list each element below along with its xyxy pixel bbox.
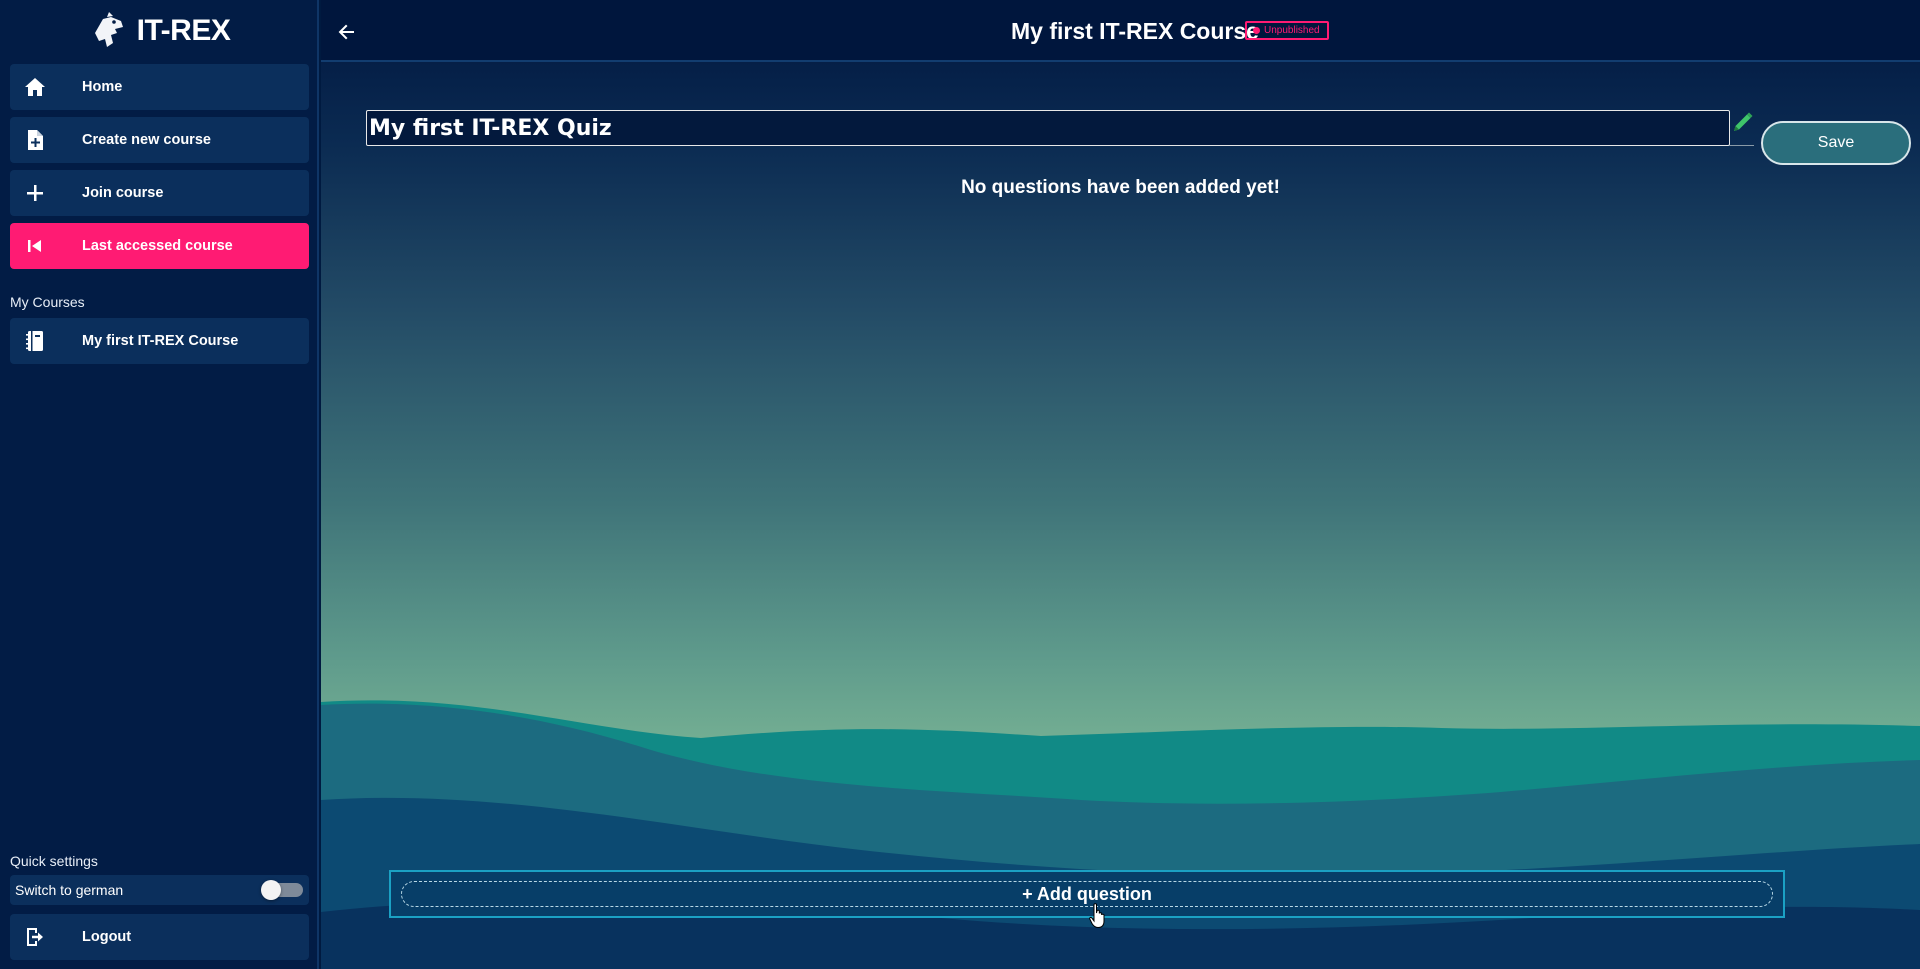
add-question-button[interactable]: + Add question (401, 881, 1773, 907)
empty-questions-message: No questions have been added yet! (961, 177, 1280, 198)
edit-underline (1729, 145, 1754, 146)
logout-icon (22, 924, 48, 950)
nav-create-new-course[interactable]: Create new course (10, 117, 309, 163)
nav-home[interactable]: Home (10, 64, 309, 110)
add-question-container: + Add question (389, 870, 1785, 918)
status-badge: Unpublished (1245, 21, 1329, 40)
status-badge-text: Unpublished (1264, 25, 1320, 36)
back-button[interactable] (333, 18, 361, 46)
nav-home-label: Home (82, 79, 123, 95)
nav-join-course[interactable]: Join course (10, 170, 309, 216)
course-item-label: My first IT-REX Course (82, 333, 239, 349)
arrow-left-icon (338, 24, 354, 40)
main-content: My first IT-REX Course Unpublished My fi… (321, 0, 1920, 969)
toggle-knob (261, 880, 281, 900)
app-logo[interactable]: IT-REX (0, 8, 319, 54)
trex-logo-icon (94, 12, 123, 47)
sidebar: IT-REX Home Create new course Join cours… (0, 0, 319, 969)
plus-icon (22, 180, 48, 206)
course-title: My first IT-REX Course (1011, 18, 1259, 44)
notebook-icon (22, 328, 48, 354)
my-courses-heading: My Courses (10, 294, 85, 310)
skip-back-icon (22, 233, 48, 259)
language-toggle-label: Switch to german (15, 882, 124, 898)
file-plus-icon (22, 127, 48, 153)
status-dot-icon (1253, 27, 1260, 34)
nav-last-accessed-course-label: Last accessed course (82, 238, 233, 254)
top-bar: My first IT-REX Course Unpublished (321, 0, 1920, 62)
save-button[interactable]: Save (1761, 121, 1911, 165)
hand-pointer-icon (1089, 903, 1105, 929)
nav-last-accessed-course[interactable]: Last accessed course (10, 223, 309, 269)
logout-button[interactable]: Logout (10, 914, 309, 960)
quick-settings-heading: Quick settings (10, 853, 98, 869)
pencil-icon[interactable] (1729, 110, 1757, 138)
nav-join-course-label: Join course (82, 185, 164, 201)
home-icon (22, 74, 48, 100)
quiz-title-input[interactable]: My first IT-REX Quiz (366, 110, 1730, 146)
nav-create-new-course-label: Create new course (82, 132, 211, 148)
logout-label: Logout (82, 929, 132, 945)
app-name: IT-REX (136, 14, 231, 47)
course-item-my-first-it-rex-course[interactable]: My first IT-REX Course (10, 318, 309, 364)
language-toggle-row[interactable]: Switch to german (10, 875, 309, 905)
background-hills (321, 700, 1920, 969)
language-toggle-switch[interactable] (261, 880, 303, 900)
